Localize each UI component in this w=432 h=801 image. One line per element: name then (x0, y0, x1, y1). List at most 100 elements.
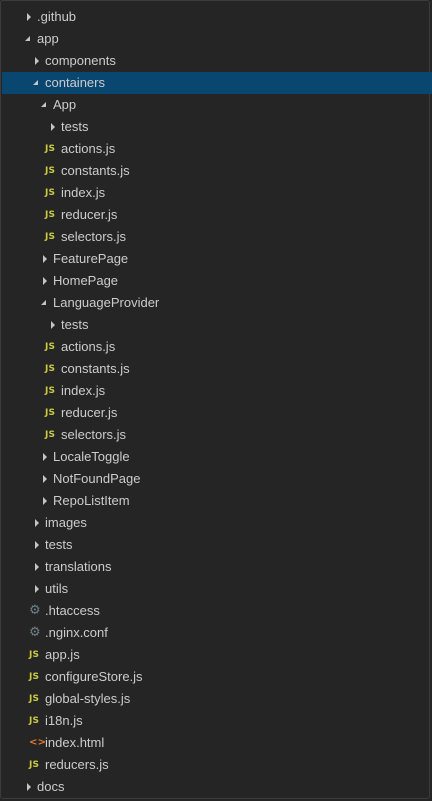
chevron-down-icon[interactable] (40, 292, 50, 314)
file-global-styles-js[interactable]: JS global-styles.js (2, 688, 432, 710)
chevron-right-icon[interactable] (40, 248, 50, 270)
file-i18n-js[interactable]: JS i18n.js (2, 710, 432, 732)
tree-item-label: LocaleToggle (53, 449, 130, 464)
folder-docs[interactable]: docs (2, 776, 432, 798)
js-file-icon: JS (29, 672, 40, 682)
js-file-icon: JS (45, 364, 56, 374)
tree-item-label: i18n.js (45, 713, 83, 728)
chevron-right-icon[interactable] (24, 776, 34, 798)
file-reducer-js[interactable]: JS reducer.js (2, 402, 432, 424)
tree-item-label: actions.js (61, 141, 116, 156)
chevron-down-icon[interactable] (24, 28, 34, 50)
chevron-down-icon[interactable] (40, 94, 50, 116)
folder-containers[interactable]: containers (2, 72, 432, 94)
tree-item-label: index.html (45, 735, 105, 750)
chevron-right-icon[interactable] (32, 50, 42, 72)
tree-item-label: docs (37, 779, 65, 794)
js-file-icon: JS (45, 386, 56, 396)
folder-translations[interactable]: translations (2, 556, 432, 578)
file-reducers-js[interactable]: JS reducers.js (2, 754, 432, 776)
chevron-right-icon[interactable] (24, 6, 34, 28)
tree-item-label: selectors.js (61, 229, 127, 244)
chevron-down-icon[interactable] (32, 72, 42, 94)
tree-item-label: configureStore.js (45, 669, 143, 684)
gear-icon: ⚙ (29, 625, 41, 640)
folder-tests[interactable]: tests (2, 314, 432, 336)
tree-item-label: components (45, 53, 116, 68)
folder-app[interactable]: app (2, 28, 432, 50)
js-file-icon: JS (29, 650, 40, 660)
js-file-icon: JS (29, 760, 40, 770)
folder-images[interactable]: images (2, 512, 432, 534)
folder-homepage[interactable]: HomePage (2, 270, 432, 292)
file-selectors-js[interactable]: JS selectors.js (2, 424, 432, 446)
file-htaccess[interactable]: ⚙ .htaccess (2, 600, 432, 622)
folder-notfoundpage[interactable]: NotFoundPage (2, 468, 432, 490)
tree-item-label: .htaccess (45, 603, 100, 618)
tree-item-label: containers (45, 75, 105, 90)
chevron-right-icon[interactable] (48, 314, 58, 336)
file-nginx-conf[interactable]: ⚙ .nginx.conf (2, 622, 432, 644)
tree-item-label: tests (45, 537, 73, 552)
file-app-js[interactable]: JS app.js (2, 644, 432, 666)
gear-icon: ⚙ (29, 603, 41, 618)
tree-item-label: images (45, 515, 87, 530)
file-constants-js[interactable]: JS constants.js (2, 160, 432, 182)
chevron-right-icon[interactable] (32, 578, 42, 600)
file-tree: .github app components containers App tests JS… (2, 6, 432, 798)
chevron-right-icon[interactable] (40, 468, 50, 490)
folder-localetoggle[interactable]: LocaleToggle (2, 446, 432, 468)
folder-tests[interactable]: tests (2, 534, 432, 556)
file-selectors-js[interactable]: JS selectors.js (2, 226, 432, 248)
js-file-icon: JS (45, 232, 56, 242)
file-index-html[interactable]: <> index.html (2, 732, 432, 754)
tree-item-label: translations (45, 559, 112, 574)
js-file-icon: JS (45, 430, 56, 440)
file-index-js[interactable]: JS index.js (2, 182, 432, 204)
file-index-js[interactable]: JS index.js (2, 380, 432, 402)
tree-item-label: utils (45, 581, 69, 596)
tree-item-label: reducers.js (45, 757, 109, 772)
js-file-icon: JS (45, 408, 56, 418)
tree-item-label: constants.js (61, 361, 130, 376)
tree-item-label: global-styles.js (45, 691, 131, 706)
tree-item-label: selectors.js (61, 427, 127, 442)
js-file-icon: JS (45, 188, 56, 198)
folder-utils[interactable]: utils (2, 578, 432, 600)
file-actions-js[interactable]: JS actions.js (2, 336, 432, 358)
chevron-right-icon[interactable] (32, 534, 42, 556)
folder-app[interactable]: App (2, 94, 432, 116)
folder-repolistitem[interactable]: RepoListItem (2, 490, 432, 512)
tree-item-label: index.js (61, 383, 106, 398)
explorer-panel: .github app components containers App tests JS… (0, 0, 432, 799)
file-configurestore-js[interactable]: JS configureStore.js (2, 666, 432, 688)
chevron-right-icon[interactable] (40, 490, 50, 512)
chevron-right-icon[interactable] (40, 270, 50, 292)
chevron-right-icon[interactable] (40, 446, 50, 468)
folder-tests[interactable]: tests (2, 116, 432, 138)
chevron-right-icon[interactable] (32, 512, 42, 534)
folder-languageprovider[interactable]: LanguageProvider (2, 292, 432, 314)
folder-featurepage[interactable]: FeaturePage (2, 248, 432, 270)
tree-item-label: App (53, 97, 77, 112)
tree-item-label: HomePage (53, 273, 119, 288)
html-file-icon: <> (29, 737, 47, 748)
tree-item-label: actions.js (61, 339, 116, 354)
file-constants-js[interactable]: JS constants.js (2, 358, 432, 380)
tree-item-label: constants.js (61, 163, 130, 178)
js-file-icon: JS (45, 342, 56, 352)
tree-item-label: FeaturePage (53, 251, 129, 266)
js-file-icon: JS (45, 166, 56, 176)
folder-components[interactable]: components (2, 50, 432, 72)
tree-item-label: tests (61, 317, 89, 332)
file-reducer-js[interactable]: JS reducer.js (2, 204, 432, 226)
tree-item-label: app (37, 31, 59, 46)
chevron-right-icon[interactable] (32, 556, 42, 578)
tree-item-label: .github (37, 9, 77, 24)
folder-github[interactable]: .github (2, 6, 432, 28)
tree-item-label: RepoListItem (53, 493, 130, 508)
tree-item-label: tests (61, 119, 89, 134)
chevron-right-icon[interactable] (48, 116, 58, 138)
file-actions-js[interactable]: JS actions.js (2, 138, 432, 160)
js-file-icon: JS (45, 210, 56, 220)
